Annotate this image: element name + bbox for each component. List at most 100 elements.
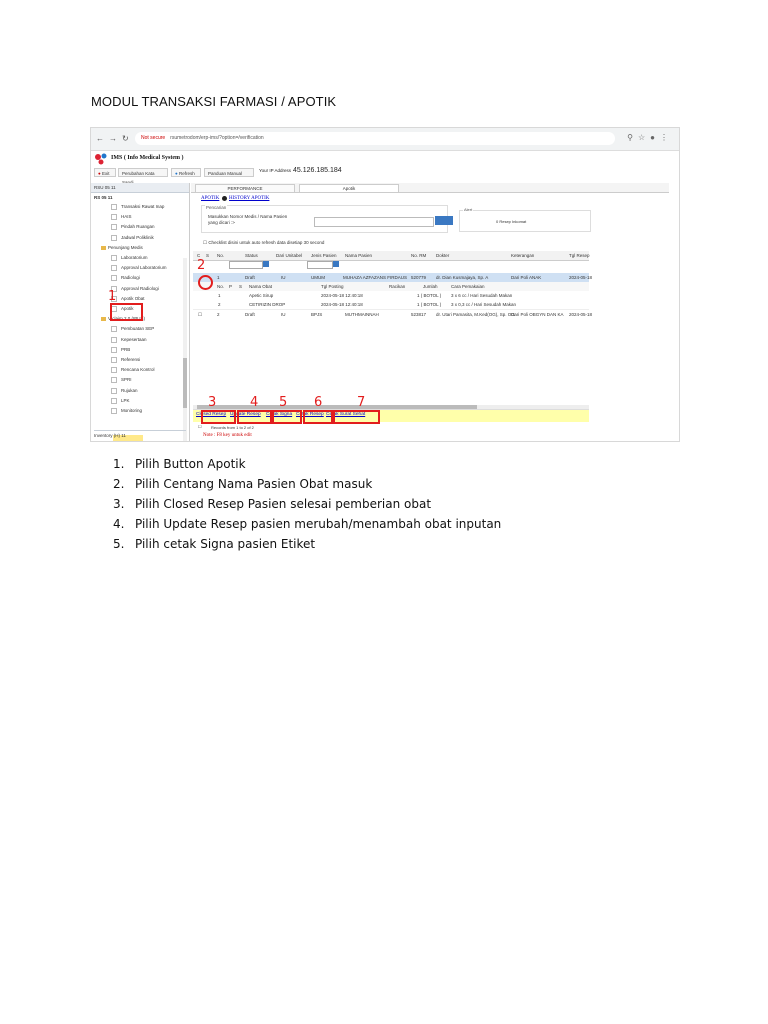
col-s: S <box>206 253 210 258</box>
sidebar-item-label: Rencana Kontrol <box>121 367 155 373</box>
page-icon <box>111 255 117 261</box>
sidebar-item-label: Monitoring <box>121 408 143 414</box>
folder-icon <box>101 317 106 321</box>
jenis-filter-input[interactable] <box>307 261 333 269</box>
col-jenis: Jenis Pasien <box>311 253 337 258</box>
ip-address: Your IP Address 45.126.185.184 <box>259 167 342 174</box>
page-icon <box>111 265 117 272</box>
sidebar-item-penunjang-medis[interactable]: Penunjang Medis <box>101 245 143 250</box>
step-number: 2. <box>113 477 125 491</box>
sidebar-item-transaksi-rawat-inap[interactable]: Transaksi Rawat Inap <box>111 204 164 210</box>
sidebar-item-label: Approval Radiologi <box>121 285 159 291</box>
profile-icon[interactable]: ● <box>650 133 660 142</box>
status-filter-button[interactable] <box>263 261 269 267</box>
cell-tgl: 2024-05-18 <box>569 312 593 317</box>
sub-cell-no: 2 <box>218 302 221 307</box>
sidebar-item-rencana-kontrol[interactable]: Rencana Kontrol <box>111 367 155 374</box>
step-number: 5. <box>113 537 125 551</box>
ims-logo-icon <box>95 153 107 165</box>
refresh-button[interactable]: ● Refresh <box>171 168 201 177</box>
cell-rm: 520779 <box>411 275 427 280</box>
checkbox-icon[interactable]: ☐ <box>203 240 207 245</box>
change-password-button[interactable]: Perubahan Kata Sandi <box>118 168 168 185</box>
search-button[interactable] <box>435 216 453 225</box>
back-icon[interactable]: ← <box>96 134 104 143</box>
sub-col-s: S <box>239 284 243 289</box>
manual-button[interactable]: Panduan Manual <box>204 168 254 177</box>
menu-icon[interactable]: ⋮ <box>660 133 673 142</box>
marker-number-4: 4 <box>250 395 259 410</box>
app-screenshot: ← → ↻ Not secure rsumetrodom/erp-ims/?opt… <box>90 127 680 442</box>
list-item: 3. Pilih Closed Resep Pasien selesai pemb… <box>113 496 501 516</box>
marker-box-5 <box>272 410 302 424</box>
step-number: 4. <box>113 517 125 531</box>
table-row[interactable]: ☐ 2 Draft IU BPJS MUTHMAINNAH 523817 dr.… <box>193 309 593 319</box>
reload-icon[interactable]: ↻ <box>122 134 129 143</box>
document-title: MODUL TRANSAKSI FARMASI / APOTIK <box>91 94 337 109</box>
marker-number-3: 3 <box>208 395 217 410</box>
col-rm: No. RM <box>411 253 427 258</box>
marker-box-7 <box>333 410 380 424</box>
apotik-link[interactable]: APOTIK <box>201 196 219 201</box>
col-nama: Nama Pasien <box>345 253 373 258</box>
tab-apotik[interactable]: Apotik <box>299 184 399 192</box>
page-icon <box>111 336 117 343</box>
col-ket: Keterangan <box>511 253 535 258</box>
sidebar-item-approval-radiologi[interactable]: Approval Radiologi <box>111 285 159 292</box>
cell-status: Draft <box>245 312 255 317</box>
sidebar-item-lpk[interactable]: LPK <box>111 397 130 404</box>
marker-number-2: 2 <box>197 258 206 273</box>
address-bar[interactable]: Not secure rsumetrodom/erp-ims/?option=/v… <box>135 132 615 145</box>
history-apotik-link[interactable]: HISTORY APOTIK <box>229 196 269 201</box>
records-info: ☐ Records from 1 to 2 of 2 <box>198 424 254 430</box>
sub-cell-tgl: 2024-05-18 12:40:18 <box>321 302 363 307</box>
sub-grid-header: No. P S Nama Obat Tgl Posting Racikan Ju… <box>193 282 589 291</box>
search-input[interactable] <box>314 217 434 227</box>
cell-nama: MUTHMAINNAH <box>345 312 379 317</box>
sidebar-item-referensi[interactable]: Referensi <box>111 357 140 363</box>
sidebar-item-radiologi[interactable]: Radiologi <box>111 275 140 282</box>
jenis-filter-button[interactable] <box>333 261 339 267</box>
col-dokter: Dokter <box>436 253 450 258</box>
exit-button[interactable]: ● Exit <box>94 168 116 177</box>
sub-cell-nama: Apetic Sirup <box>249 293 274 298</box>
sidebar-item-jadwal-poliklinik[interactable]: Jadwal Poliklinik <box>111 234 154 241</box>
tab-performance[interactable]: PERFORMANCE <box>195 184 295 192</box>
cell-unit: IU <box>281 312 286 317</box>
table-row[interactable]: 1 Draft IU UMUM MUHAZA AZFAZANS FIRDAUS … <box>193 273 592 282</box>
sidebar-item-label: Apotik Obat <box>121 295 145 301</box>
col-unit: Dari Unitabel <box>276 253 303 258</box>
sidebar-scrollbar[interactable] <box>183 258 187 441</box>
search-legend: Pencarian <box>205 205 228 210</box>
sub-col-p: P <box>229 284 233 289</box>
step-text: Pilih cetak Signa pasien Etiket <box>135 537 316 551</box>
sidebar-footer: Inventory (H) 11 <box>94 430 186 438</box>
status-filter-input[interactable] <box>229 261 263 269</box>
sidebar-item-pindah-ruangan[interactable]: Pindah Ruangan <box>111 224 155 231</box>
auto-refresh-option[interactable]: ☐ Checklist disini untuk auto refresh da… <box>203 240 324 246</box>
app-name: IMS ( Info Medical System ) <box>111 155 184 161</box>
sidebar-item-label: Approval Laboratorium <box>121 265 167 271</box>
tab-bar: PERFORMANCE Apotik <box>191 183 669 193</box>
sidebar-item-hais[interactable]: HAIS <box>111 214 132 221</box>
main-content: PERFORMANCE Apotik APOTIK HISTORY APOTIK… <box>191 183 679 441</box>
sidebar-item-pembuatan-sep[interactable]: Pembuatan SEP <box>111 326 154 333</box>
zoom-icon[interactable]: ⚲ <box>627 133 638 142</box>
sidebar-item-spri[interactable]: SPRI <box>111 377 132 384</box>
sub-col-nama: Nama Obat <box>249 284 273 289</box>
star-icon[interactable]: ☆ <box>638 133 650 142</box>
sidebar-item-approval-laboratorium[interactable]: Approval Laboratorium <box>111 265 167 272</box>
sidebar-item-prb[interactable]: PRB <box>111 346 130 353</box>
sidebar-scroll-thumb[interactable] <box>183 358 187 408</box>
list-item: 1. Pilih Button Apotik <box>113 456 501 476</box>
sidebar-item-laboratorium[interactable]: Laboratorium <box>111 255 148 261</box>
forward-icon[interactable]: → <box>109 134 117 143</box>
sidebar-item-rujukan[interactable]: Rujukan <box>111 387 138 394</box>
row-checkbox[interactable]: ☐ <box>198 310 202 319</box>
sidebar-item-kepesertaan[interactable]: Kepesertaan <box>111 336 147 343</box>
sidebar-item-monitoring[interactable]: Monitoring <box>111 408 142 414</box>
radio-icon <box>222 196 227 201</box>
checkbox-icon[interactable]: ☐ <box>198 424 202 429</box>
step-text: Pilih Closed Resep Pasien selesai pember… <box>135 497 432 511</box>
page-icon <box>111 326 117 333</box>
